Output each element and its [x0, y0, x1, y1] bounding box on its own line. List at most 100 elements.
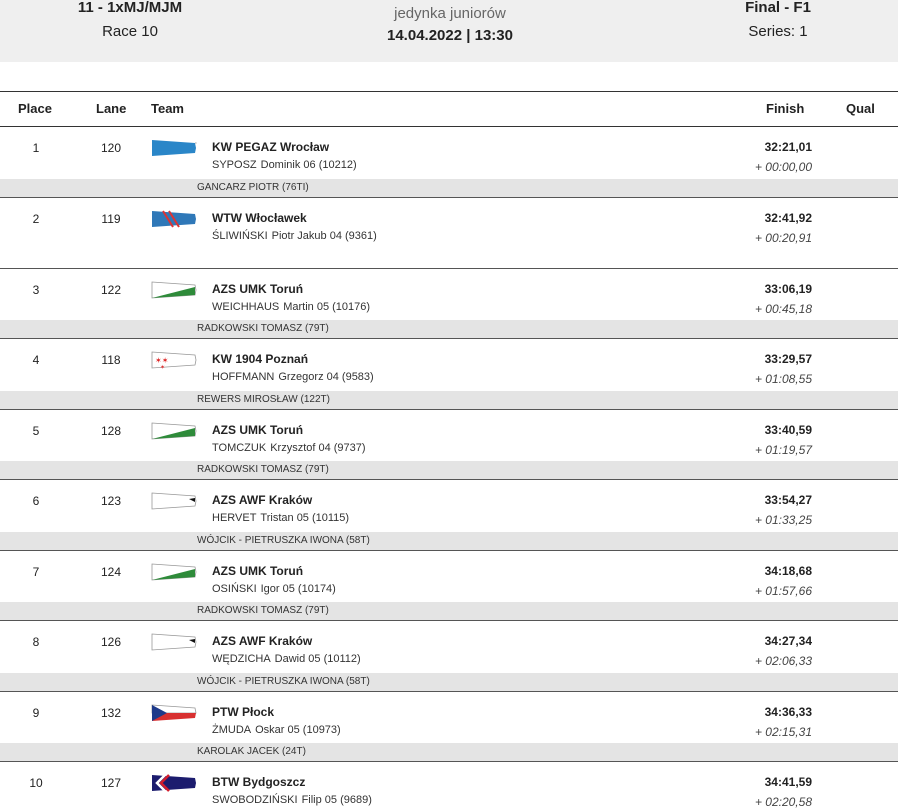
result-finish-time: 33:40,59 [764, 422, 812, 437]
race-series: Series: 1 [748, 23, 808, 40]
column-team: Team [151, 101, 184, 116]
coach-name: WÓJCIK - PIETRUSZKA IWONA (58T) [197, 534, 370, 546]
result-place: 9 [32, 705, 40, 720]
athlete-surname: ŻMUDA [212, 723, 252, 736]
result-club: BTW Bydgoszcz [212, 775, 306, 789]
result-place: 6 [32, 494, 40, 508]
result-club: KW 1904 Poznań [212, 352, 309, 366]
result-place: 7 [32, 564, 40, 579]
club-blade-flag-icon [151, 281, 197, 298]
result-lane: 128 [100, 423, 122, 438]
athlete-surname: SWOBODZIŃSKI [212, 794, 298, 806]
result-finish-time: 32:21,01 [764, 140, 812, 154]
result-time-difference: + 01:08,55 [754, 372, 812, 386]
result-athlete: TOMCZUK Krzysztof 04 (9737) [212, 442, 366, 454]
result-club: AZS UMK Toruń [212, 422, 304, 437]
result-row: 2 119 WTW Włocławek ŚLIWIŃSKI Piotr Jakub 04… [0, 198, 898, 269]
result-row: 3 122 AZS UMK Toruń WEICHHAUS Martin 05 (101… [0, 269, 898, 339]
athlete-surname: WEICHHAUS [212, 300, 280, 313]
race-code: 11 - 1xMJ/MJM [77, 0, 183, 16]
club-blade-flag-icon [151, 633, 197, 651]
club-blade-flag-icon: ≡ [152, 140, 197, 156]
athlete-firstname: Dominik 06 (10212) [260, 159, 357, 171]
result-club: PTW Płock [212, 704, 275, 719]
coach-name: RADKOWSKI TOMASZ (79T) [197, 464, 329, 475]
result-lane: 126 [100, 635, 122, 649]
result-time-difference: + 02:06,33 [754, 654, 812, 668]
coach-bar: RADKOWSKI TOMASZ (79T) [0, 461, 898, 479]
result-finish-time: 34:41,59 [764, 775, 812, 789]
coach-bar: KAROLAK JACEK (24T) [0, 743, 898, 761]
result-lane: 123 [100, 494, 122, 508]
result-athlete: HERVET Tristan 05 (10115) [212, 512, 349, 524]
result-athlete: WEICHHAUS Martin 05 (10176) [212, 301, 370, 313]
result-lane: 118 [101, 353, 121, 367]
athlete-firstname: Filip 05 (9689) [301, 794, 372, 806]
result-lane: 122 [100, 282, 122, 297]
result-club: AZS AWF Kraków [212, 634, 313, 648]
result-place: 1 [32, 141, 40, 155]
athlete-surname: OSIŃSKI [212, 582, 257, 595]
athlete-surname: ŚLIWIŃSKI [212, 230, 268, 242]
result-club: AZS UMK Toruń [212, 281, 304, 296]
result-time-difference: + 00:45,18 [754, 301, 812, 316]
result-time-difference: + 02:20,58 [754, 795, 812, 809]
result-row: 4 118 ✶✶ ✶ KW 1904 Poznań HOFFMANN Grzegorz 04… [0, 339, 898, 410]
coach-bar: WÓJCIK - PIETRUSZKA IWONA (58T) [0, 531, 898, 550]
result-place: 4 [32, 353, 40, 367]
result-athlete: WĘDZICHA Dawid 05 (10112) [212, 653, 361, 665]
result-finish-time: 34:27,34 [764, 634, 812, 648]
athlete-surname: HERVET [212, 512, 257, 524]
race-date-time: 14.04.2022 | 13:30 [387, 27, 513, 44]
club-blade-flag-icon [151, 563, 197, 580]
race-number: Race 10 [102, 23, 158, 40]
athlete-firstname: Tristan 05 (10115) [260, 512, 350, 524]
coach-bar: RADKOWSKI TOMASZ (79T) [0, 602, 898, 620]
race-info-center: jedynka juniorów 14.04.2022 | 13:30 [330, 0, 570, 46]
result-time-difference: + 01:19,57 [754, 442, 812, 457]
result-athlete: ŻMUDA Oskar 05 (10973) [212, 724, 341, 736]
result-row: 10 127 BTW Bydgoszcz SWOBODZIŃSKI Filip 05 (… [0, 762, 898, 810]
coach-name: WÓJCIK - PIETRUSZKA IWONA (58T) [197, 675, 370, 687]
result-lane: 120 [100, 141, 122, 155]
result-time-difference: + 01:33,25 [754, 513, 812, 527]
result-athlete: OSIŃSKI Igor 05 (10174) [212, 583, 336, 595]
result-club: KW PEGAZ Wrocław [212, 140, 330, 154]
result-club: AZS UMK Toruń [212, 563, 304, 578]
result-athlete: HOFFMANN Grzegorz 04 (9583) [212, 371, 374, 383]
svg-text:✶✶: ✶✶ [155, 356, 168, 365]
race-info-right: Final - F1 Series: 1 [690, 0, 866, 42]
result-place: 3 [32, 282, 40, 297]
results-table-header: Place Lane Team Finish Qual [0, 91, 898, 127]
result-row: 7 124 AZS UMK Toruń OSIŃSKI Igor 05 (10174) 3… [0, 551, 898, 621]
coach-bar: REWERS MIROSŁAW (122T) [0, 390, 898, 409]
club-blade-flag-icon [152, 774, 196, 792]
svg-text:✶: ✶ [160, 364, 165, 371]
result-finish-time: 34:36,33 [764, 704, 812, 719]
column-place: Place [18, 101, 52, 116]
athlete-firstname: Igor 05 (10174) [260, 582, 336, 595]
athlete-firstname: Dawid 05 (10112) [274, 653, 361, 665]
athlete-firstname: Krzysztof 04 (9737) [270, 441, 366, 454]
race-info-left: 11 - 1xMJ/MJM Race 10 [40, 0, 220, 42]
athlete-surname: HOFFMANN [212, 371, 275, 383]
race-phase: Final - F1 [745, 0, 811, 16]
column-qual: Qual [846, 101, 875, 116]
result-finish-time: 33:06,19 [764, 281, 812, 296]
coach-name: RADKOWSKI TOMASZ (79T) [197, 323, 329, 334]
athlete-surname: TOMCZUK [212, 441, 267, 454]
result-time-difference: + 02:15,31 [754, 724, 812, 739]
result-finish-time: 33:54,27 [764, 493, 812, 507]
event-name: jedynka juniorów [394, 5, 506, 22]
result-club: WTW Włocławek [212, 211, 307, 225]
club-blade-flag-icon [151, 704, 197, 721]
svg-text:≡: ≡ [195, 141, 197, 145]
club-blade-flag-icon [151, 422, 197, 439]
athlete-surname: SYPOSZ [212, 159, 257, 171]
athlete-firstname: Oskar 05 (10973) [255, 723, 341, 736]
coach-name: RADKOWSKI TOMASZ (79T) [197, 605, 329, 616]
result-place: 5 [32, 423, 40, 438]
result-place: 2 [32, 212, 40, 226]
result-place: 8 [32, 635, 40, 649]
result-athlete: ŚLIWIŃSKI Piotr Jakub 04 (9361) [212, 230, 377, 242]
